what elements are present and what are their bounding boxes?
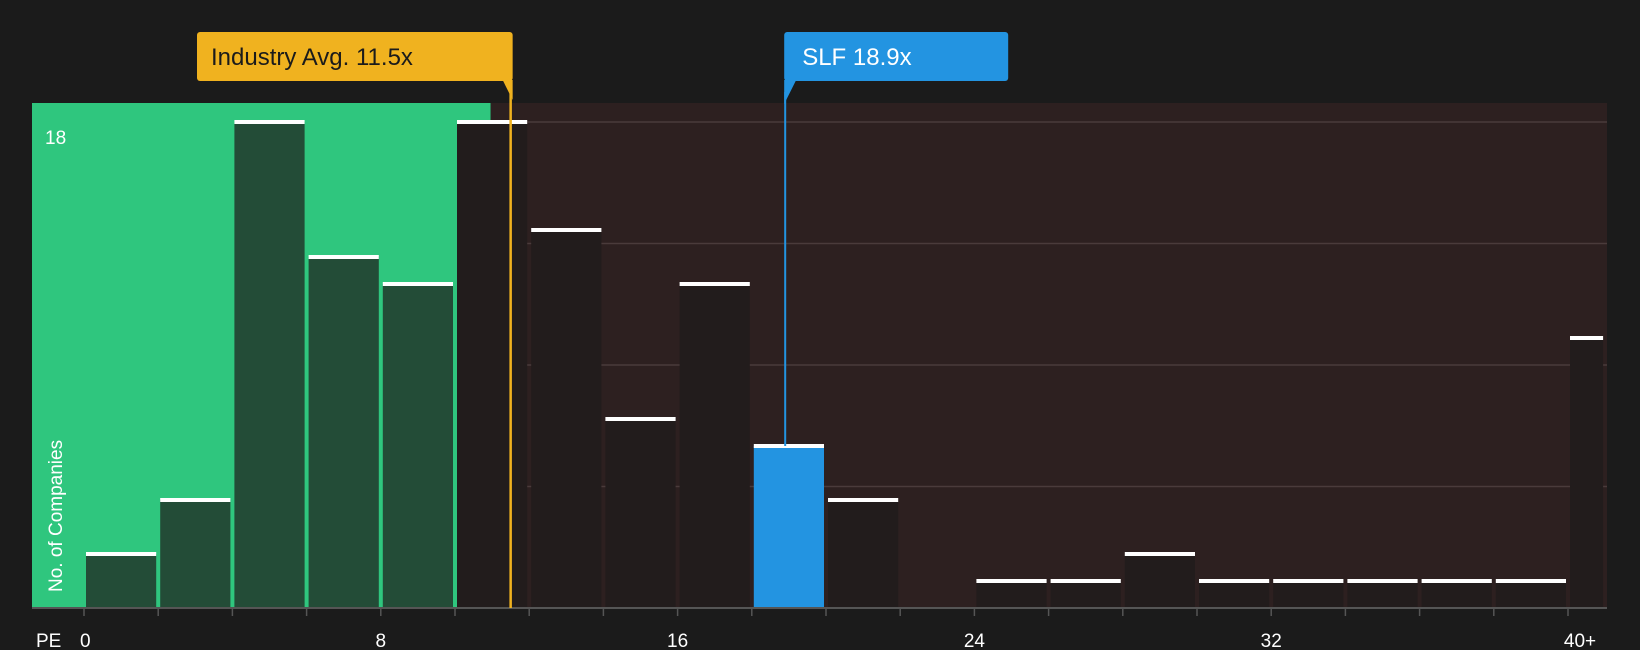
bar-top-cap: [308, 255, 379, 259]
bar-top-cap: [679, 282, 750, 286]
histogram-bar: [1124, 554, 1195, 608]
bar-top-cap: [1421, 579, 1492, 583]
histogram-bar: [531, 230, 602, 608]
histogram-bar: [160, 500, 231, 608]
histogram-bar: [1273, 581, 1344, 608]
histogram-bar: [1421, 581, 1492, 608]
bar-top-cap: [382, 282, 453, 286]
histogram-bar: [382, 284, 453, 608]
histogram-bar: [1050, 581, 1121, 608]
company-pe-value: 18.9x: [853, 44, 912, 71]
bar-top-cap: [976, 579, 1047, 583]
pe-distribution-chart: 0 8 16 24 32 40+ PE 18 No. of Companies Industry …: [0, 0, 1640, 650]
bar-top-cap: [1199, 579, 1270, 583]
histogram-bar: [234, 122, 305, 608]
bar-top-cap: [531, 228, 602, 232]
histogram-bar: [679, 284, 750, 608]
bar-top-cap: [753, 444, 824, 448]
histogram-bar: [828, 500, 899, 608]
histogram-bar: [1570, 338, 1604, 608]
y-tick-label: 18: [45, 128, 66, 149]
bar-top-cap: [1495, 579, 1566, 583]
x-tick-label: 32: [1261, 631, 1282, 650]
industry-average-callout-text: Industry Avg. 11.5x: [211, 44, 413, 71]
bar-top-cap: [457, 120, 528, 124]
industry-average-label: Industry Avg.: [211, 44, 356, 71]
company-callout-pointer: [784, 80, 797, 104]
bar-top-cap: [828, 498, 899, 502]
industry-callout-pointer: [502, 80, 513, 100]
bar-top-cap: [605, 417, 676, 421]
x-tick-label: 24: [964, 631, 986, 650]
y-axis-label: No. of Companies: [46, 440, 67, 592]
bar-top-cap: [234, 120, 305, 124]
pe-histogram-svg: 0 8 16 24 32 40+ PE 18 No. of Companies Industry …: [32, 32, 1607, 650]
histogram-bar: [1495, 581, 1566, 608]
histogram-bar: [308, 257, 379, 608]
company-highlight-bar: [753, 446, 824, 608]
histogram-bar: [457, 122, 528, 608]
x-tick-label: 40+: [1564, 631, 1596, 650]
x-tick-label: 0: [80, 631, 91, 650]
bar-top-cap: [1347, 579, 1418, 583]
histogram-bar: [976, 581, 1047, 608]
bar-top-cap: [86, 552, 157, 556]
bar-top-cap: [1050, 579, 1121, 583]
company-pe-callout-text: SLF 18.9x: [802, 44, 911, 71]
bar-top-cap: [1273, 579, 1344, 583]
x-axis-label: PE: [36, 631, 61, 650]
x-tick-label: 16: [667, 631, 688, 650]
bar-top-cap: [1570, 336, 1604, 340]
bar-top-cap: [160, 498, 231, 502]
x-tick-label: 8: [376, 631, 387, 650]
industry-average-value: 11.5x: [356, 44, 413, 71]
histogram-bar: [86, 554, 157, 608]
company-ticker: SLF: [802, 44, 853, 71]
histogram-bar: [605, 419, 676, 608]
bar-top-cap: [1124, 552, 1195, 556]
histogram-bar: [1347, 581, 1418, 608]
histogram-bar: [1199, 581, 1270, 608]
